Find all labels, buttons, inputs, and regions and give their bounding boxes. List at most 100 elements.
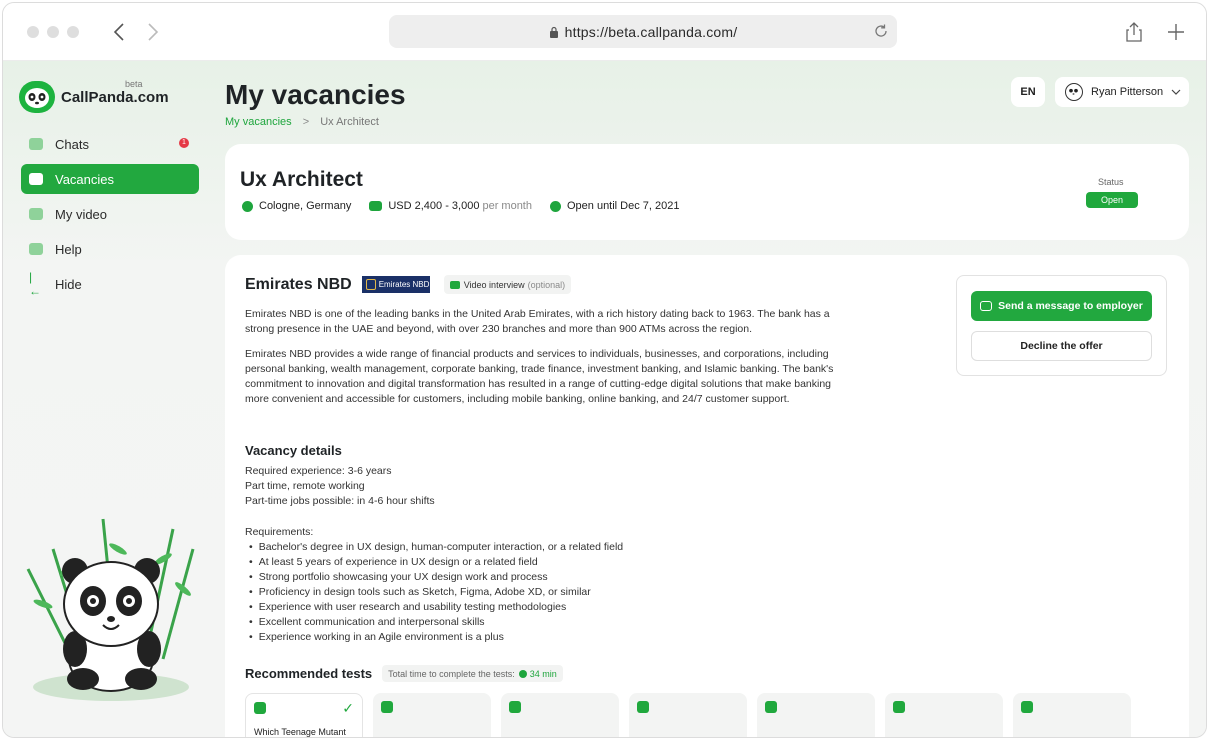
sidebar-item-label: Chats [55,136,89,152]
sidebar-menu: Chats 1 Vacancies My video Help |← Hide [21,129,199,304]
briefcase-icon [29,173,43,185]
vacancy-details-heading: Vacancy details [245,443,342,458]
recommended-tests-header: Recommended tests Total time to complete… [245,665,563,682]
video-chip-label: Video interview [463,279,525,290]
panda-illustration [26,518,195,701]
address-bar[interactable]: https://beta.callpanda.com/ [389,15,897,48]
decline-offer-button[interactable]: Decline the offer [971,331,1152,361]
browser-window: https://beta.callpanda.com/ CallPanda.co… [2,2,1207,738]
location-text: Cologne, Germany [259,200,352,212]
tests-time-chip: Total time to complete the tests: 34 min [382,665,563,682]
vacancy-detail-line: Required experience: 3-6 years [245,465,392,477]
sidebar-item-help[interactable]: Help [21,234,199,264]
test-name: Which Teenage Mutant [254,727,346,737]
sidebar-item-vacancies[interactable]: Vacancies [21,164,199,194]
company-logo: Emirates NBD [361,276,430,293]
clock-icon [518,669,527,678]
salary-period: per month [482,200,532,212]
user-menu-button[interactable]: Ryan Pitterson [1055,77,1189,107]
chevron-left-icon [113,23,124,41]
requirements-heading: Requirements: [245,526,314,538]
job-open-until: Open until Dec 7, 2021 [549,200,680,212]
message-icon [980,301,993,311]
reload-icon[interactable] [873,23,889,39]
callpanda-logo[interactable]: CallPanda.com beta [19,79,169,113]
test-card[interactable]: ✓ Which Teenage Mutant [245,693,363,737]
forward-button[interactable] [141,20,163,44]
test-card[interactable] [885,693,1003,737]
checklist-icon [637,701,649,713]
vacancy-detail-line: Part-time jobs possible: in 4-6 hour shi… [245,495,435,507]
test-card[interactable] [501,693,619,737]
back-button[interactable] [109,20,131,44]
checklist-icon [381,701,393,713]
share-button[interactable] [1123,21,1145,43]
recommended-tests-heading: Recommended tests [245,666,373,681]
minimize-window-button[interactable] [47,26,59,38]
url-text: https://beta.callpanda.com/ [564,23,738,40]
company-description-2: Emirates NBD provides a wide range of fi… [245,348,834,405]
breadcrumb-link-my-vacancies[interactable]: My vacancies [225,116,292,128]
video-camera-icon [29,208,43,220]
checklist-icon [893,701,905,713]
breadcrumb: My vacancies > Ux Architect [225,116,379,128]
avatar [1065,83,1083,101]
user-name: Ryan Pitterson [1091,86,1164,98]
sidebar-item-label: Vacancies [55,171,115,187]
sidebar-item-hide[interactable]: |← Hide [21,269,199,299]
zoom-window-button[interactable] [67,26,79,38]
tests-time-value: 34 min [529,668,557,679]
test-card[interactable] [629,693,747,737]
video-interview-chip: Video interview (optional) [443,275,572,294]
job-location: Cologne, Germany [242,200,351,212]
requirement-item: Excellent communication and interpersona… [249,615,623,630]
chevron-right-icon [148,23,159,41]
beta-label: beta [125,79,143,89]
company-header: Emirates NBD Emirates NBD Video intervie… [245,275,572,294]
requirements-list: Bachelor's degree in UX design, human-co… [249,540,623,645]
status-label: Status [1098,177,1124,187]
new-tab-button[interactable] [1165,21,1187,43]
location-pin-icon [242,200,253,212]
send-message-button[interactable]: Send a message to employer [971,291,1152,321]
clock-icon [549,200,561,212]
requirement-item: At least 5 years of experience in UX des… [249,555,623,570]
job-detail-card: Emirates NBD Emirates NBD Video intervie… [225,255,1189,737]
chevron-down-icon [1171,89,1181,95]
sidebar-item-my-video[interactable]: My video [21,199,199,229]
test-card[interactable] [1013,693,1131,737]
plus-icon [1168,24,1184,40]
send-message-label: Send a message to employer [998,300,1143,312]
vacancy-details-list: Required experience: 3-6 years Part time… [245,464,435,509]
unread-badge: 1 [179,138,189,148]
job-meta: Cologne, Germany USD 2,400 - 3,000 per m… [242,200,680,212]
test-cards-row: ✓ Which Teenage Mutant [245,693,1131,737]
breadcrumb-current: Ux Architect [320,116,379,128]
test-card[interactable] [373,693,491,737]
window-controls [27,26,79,38]
chat-bubble-icon [29,138,43,150]
checklist-icon [765,701,777,713]
job-salary: USD 2,400 - 3,000 per month [369,200,532,212]
logo-text: CallPanda.com [61,88,169,106]
vacancy-detail-line: Part time, remote working [245,480,365,492]
status-badge: Open [1086,192,1138,208]
test-card[interactable] [757,693,875,737]
checklist-icon [509,701,521,713]
requirement-item: Bachelor's degree in UX design, human-co… [249,540,623,555]
checklist-icon [1021,701,1033,713]
sidebar-item-label: My video [55,206,108,222]
sidebar-item-label: Hide [55,276,82,292]
requirement-item: Strong portfolio showcasing your UX desi… [249,570,623,585]
lock-icon [549,26,558,38]
company-name: Emirates NBD [245,275,352,293]
language-selector[interactable]: EN [1011,77,1045,107]
panda-logo-icon [19,81,55,113]
main-content: My vacancies My vacancies > Ux Architect… [225,61,1189,737]
sidebar-item-chats[interactable]: Chats 1 [21,129,199,159]
company-description-1: Emirates NBD is one of the leading banks… [245,308,830,335]
company-logo-mark-icon [365,279,376,290]
close-window-button[interactable] [27,26,39,38]
salary-text: USD 2,400 - 3,000 [388,200,480,212]
employer-actions-panel: Send a message to employer Decline the o… [956,275,1167,376]
